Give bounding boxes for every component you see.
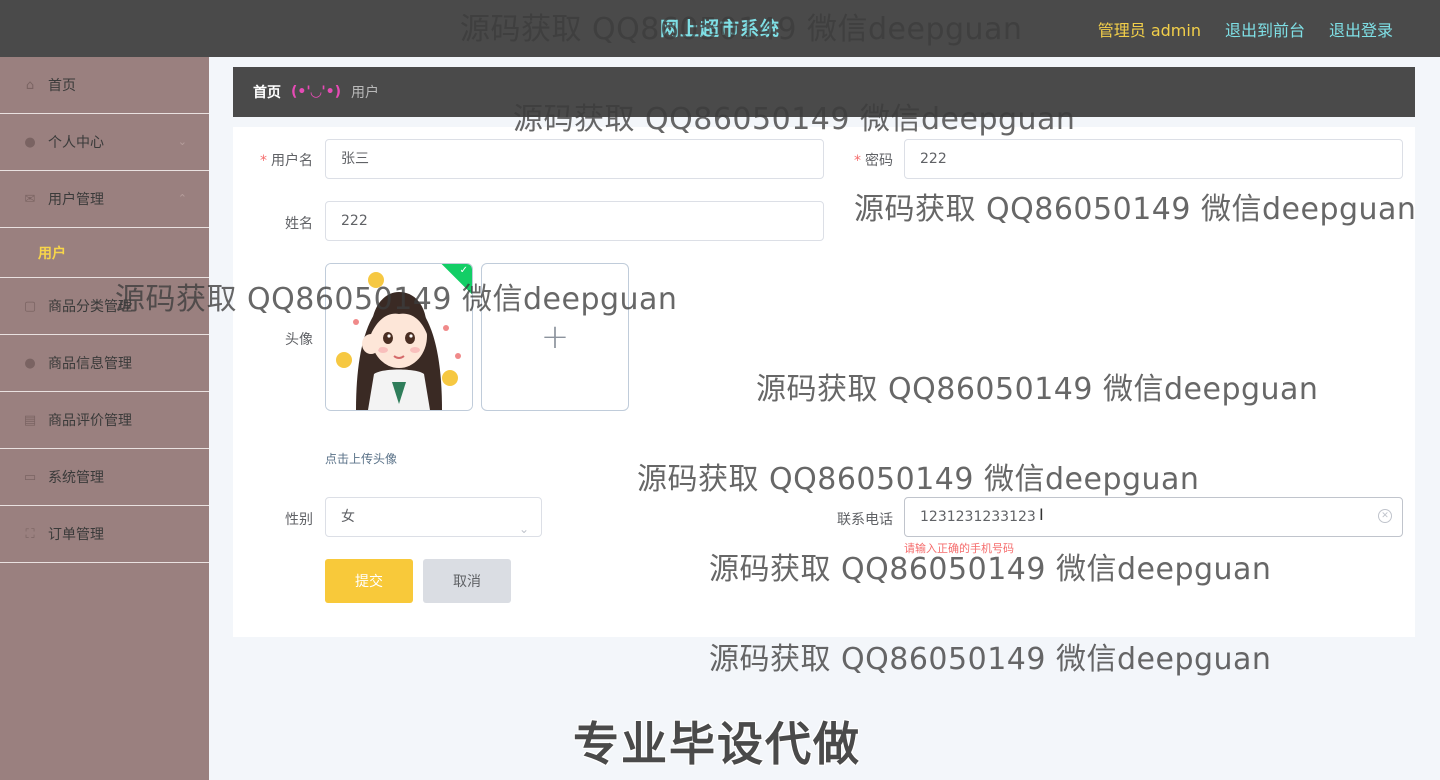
sidebar-item-label: 用户管理 — [48, 192, 104, 208]
username-input[interactable]: 张三 — [325, 139, 824, 179]
sidebar-item-profile[interactable]: ● 个人中心 ⌄ — [0, 114, 209, 171]
breadcrumb-home[interactable]: 首页 — [253, 82, 281, 102]
phone-error-message: 请输入正确的手机号码 — [904, 542, 1014, 555]
check-icon: ✓ — [459, 265, 468, 276]
name-label: 姓名 — [285, 216, 313, 232]
print-icon: ▤ — [23, 412, 37, 428]
doc-icon: ▢ — [23, 298, 37, 314]
breadcrumb-current: 用户 — [351, 85, 380, 101]
exit-to-front-link[interactable]: 退出到前台 — [1225, 17, 1305, 41]
gender-select-value: 女 — [341, 509, 355, 525]
footer-watermark: 专业毕设代做 — [573, 717, 861, 771]
password-input[interactable]: 222 — [904, 139, 1403, 179]
sidebar-item-label: 商品信息管理 — [48, 356, 132, 372]
gender-label: 性别 — [285, 512, 313, 528]
sidebar-subitem-user[interactable]: 用户 — [0, 228, 209, 278]
sidebar-item-product-management[interactable]: ● 商品信息管理 — [0, 335, 209, 392]
upload-tip: 点击上传头像 — [325, 452, 398, 466]
user-icon: ● — [24, 355, 36, 371]
sidebar-item-system-management[interactable]: ▭ 系统管理 — [0, 449, 209, 506]
home-icon: ⌂ — [25, 77, 35, 93]
sidebar-item-label: 订单管理 — [48, 527, 104, 543]
avatar-image — [326, 264, 472, 410]
breadcrumb: 首页 (•'◡'•) 用户 — [233, 67, 1415, 117]
sidebar-item-label: 个人中心 — [48, 135, 104, 151]
sidebar-item-home[interactable]: ⌂ 首页 — [0, 57, 209, 114]
chevron-down-icon: ⌄ — [518, 522, 529, 536]
admin-label: 管理员 admin — [1097, 21, 1201, 40]
sidebar-item-order-management[interactable]: ⛶ 订单管理 — [0, 506, 209, 563]
chevron-down-icon: ⌄ — [177, 135, 187, 148]
sidebar: ⌂ 首页 ● 个人中心 ⌄ ✉ 用户管理 ⌃ 用户 ▢ 商品分类管理 ● 商品信… — [0, 57, 209, 780]
sidebar-item-label: 首页 — [48, 78, 76, 94]
username-label: * 用户名 — [260, 153, 313, 169]
phone-input[interactable]: 1231231233123 ✕ — [904, 497, 1403, 537]
phone-input-value: 1231231233123 — [920, 509, 1036, 525]
name-input[interactable]: 222 — [325, 201, 824, 241]
sidebar-item-review-management[interactable]: ▤ 商品评价管理 — [0, 392, 209, 449]
breadcrumb-separator: (•'◡'•) — [291, 84, 342, 100]
logout-link[interactable]: 退出登录 — [1329, 17, 1393, 41]
top-links: 管理员 admin 退出到前台 退出登录 — [1098, 17, 1393, 41]
sidebar-item-user-management[interactable]: ✉ 用户管理 ⌃ — [0, 171, 209, 228]
mail-icon: ✉ — [24, 191, 36, 207]
main-content: 首页 (•'◡'•) 用户 * 用户名 张三 * 密码 222 姓名 222 头像 — [209, 57, 1440, 780]
password-label: * 密码 — [854, 153, 893, 169]
user-icon: ● — [24, 134, 36, 150]
monitor-icon: ▭ — [23, 469, 37, 485]
clear-icon[interactable]: ✕ — [1378, 509, 1392, 523]
required-mark: * — [260, 153, 267, 169]
sidebar-item-label: 商品分类管理 — [48, 299, 132, 315]
avatar-preview[interactable]: ✓ — [325, 263, 473, 411]
phone-label: 联系电话 — [837, 512, 893, 528]
submit-button[interactable]: 提交 — [325, 559, 413, 603]
required-mark: * — [854, 153, 861, 169]
app-title: 网上超市系统 — [660, 18, 781, 40]
sidebar-item-label: 系统管理 — [48, 470, 104, 486]
gender-select[interactable]: 女 ⌄ — [325, 497, 542, 537]
text-cursor-icon: I — [1039, 505, 1044, 524]
cancel-button[interactable]: 取消 — [423, 559, 511, 603]
plus-icon: + — [540, 317, 570, 357]
frame-icon: ⛶ — [25, 526, 35, 542]
sidebar-item-label: 商品评价管理 — [48, 413, 132, 429]
chevron-up-icon: ⌃ — [177, 192, 187, 205]
top-bar: 网上超市系统 管理员 admin 退出到前台 退出登录 — [0, 0, 1440, 57]
avatar-upload-button[interactable]: + — [481, 263, 629, 411]
user-form: * 用户名 张三 * 密码 222 姓名 222 头像 ✓ + 点击上传头像 性… — [233, 127, 1415, 637]
avatar-label: 头像 — [285, 332, 313, 348]
sidebar-item-category-management[interactable]: ▢ 商品分类管理 — [0, 278, 209, 335]
